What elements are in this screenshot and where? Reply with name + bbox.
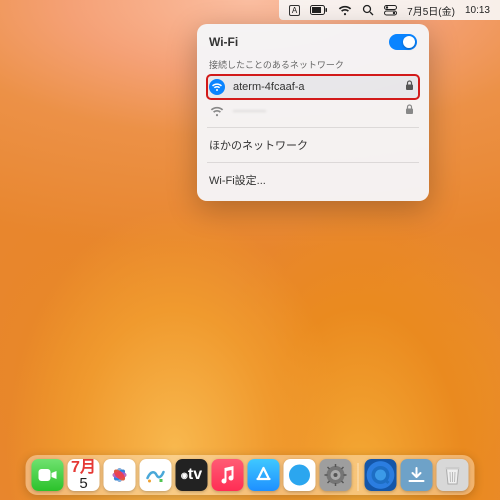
dock-app-tv[interactable]: ◉tv: [176, 459, 208, 491]
wifi-signal-icon: [209, 103, 225, 119]
dock-app-appstore[interactable]: [248, 459, 280, 491]
wifi-title: Wi-Fi: [209, 35, 238, 49]
known-networks-label: 接続したことのあるネットワーク: [207, 56, 419, 75]
calendar-month: 7月: [71, 460, 96, 476]
dock-app-facetime[interactable]: [32, 459, 64, 491]
calendar-day: 5: [79, 476, 87, 491]
dock-trash[interactable]: [437, 459, 469, 491]
dock-app-quicktime[interactable]: [365, 459, 397, 491]
spotlight-icon[interactable]: [362, 4, 374, 16]
network-row-other[interactable]: ———: [207, 99, 419, 123]
dock-app-photos[interactable]: [104, 459, 136, 491]
control-center-icon[interactable]: [384, 5, 397, 16]
wifi-panel-header: Wi-Fi: [207, 32, 419, 56]
wifi-panel: Wi-Fi 接続したことのあるネットワーク aterm-4fcaaf-a ———: [197, 24, 429, 201]
dock-app-safari[interactable]: [284, 459, 316, 491]
menubar-date[interactable]: 7月5日(金): [407, 3, 455, 18]
desktop: A 7月5日(金) 10:13 Wi-Fi 接続したことのあるネットワーク at…: [0, 0, 500, 500]
dock-app-calendar[interactable]: 7月 5: [68, 459, 100, 491]
dock: 7月 5 ◉tv: [26, 455, 475, 495]
network-row-aterm[interactable]: aterm-4fcaaf-a: [207, 75, 419, 99]
wifi-signal-icon: [209, 79, 225, 95]
menubar-time[interactable]: 10:13: [465, 5, 490, 16]
other-networks-row[interactable]: ほかのネットワーク: [207, 132, 419, 158]
input-source-indicator[interactable]: A: [289, 5, 300, 16]
lock-icon: [405, 104, 417, 118]
battery-icon[interactable]: [310, 5, 328, 15]
dock-downloads[interactable]: [401, 459, 433, 491]
lock-icon: [405, 80, 417, 94]
wifi-settings-row[interactable]: Wi-Fi設定...: [207, 167, 419, 193]
menubar: A 7月5日(金) 10:13: [279, 0, 500, 20]
divider: [207, 127, 419, 128]
wifi-icon[interactable]: [338, 5, 352, 16]
divider: [207, 162, 419, 163]
network-name: aterm-4fcaaf-a: [233, 81, 397, 93]
dock-app-music[interactable]: [212, 459, 244, 491]
wifi-toggle[interactable]: [389, 34, 417, 50]
dock-separator: [358, 463, 359, 491]
dock-app-freeform[interactable]: [140, 459, 172, 491]
network-name-blurred: ———: [233, 105, 397, 117]
dock-app-settings[interactable]: [320, 459, 352, 491]
